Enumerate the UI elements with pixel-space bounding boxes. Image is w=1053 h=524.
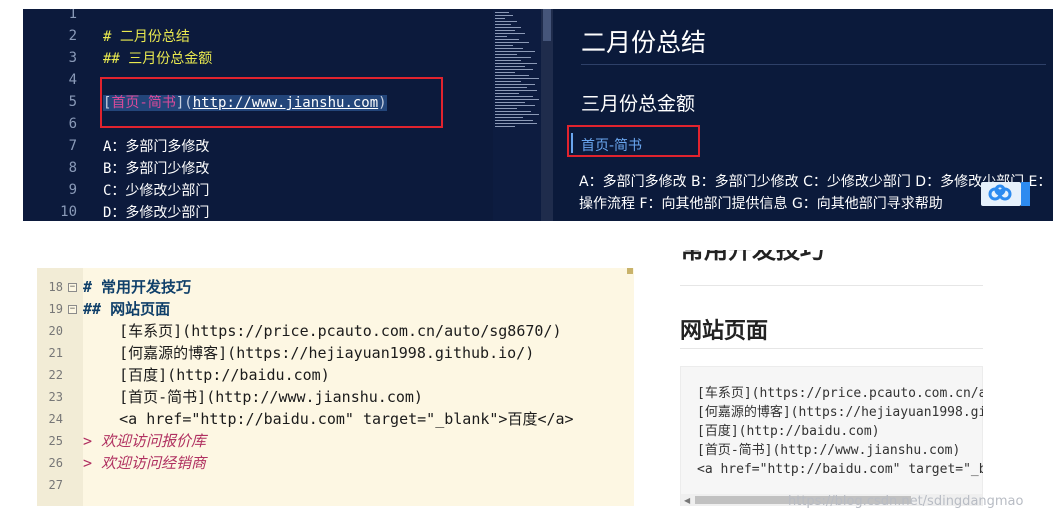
code-line[interactable]: [车系页](https://price.pcauto.com.cn/auto/s… <box>83 320 561 341</box>
line-number: 24 <box>48 412 63 426</box>
heading-rule <box>581 64 1046 65</box>
code-block[interactable]: [车系页](https://price.pcauto.com.cn/auto/s… <box>680 366 983 506</box>
code-line-text: [首页-简书](http://www.jianshu.com) <box>83 388 423 406</box>
code-block-line: [百度](http://baidu.com) <box>697 424 880 439</box>
code-line[interactable]: <a href="http://baidu.com" target="_blan… <box>83 408 574 429</box>
web-preview: 常用开发技巧 网站页面 [车系页](https://price.pcauto.c… <box>680 250 983 512</box>
fold-minus-icon[interactable]: − <box>68 305 77 314</box>
line-number: 9 <box>68 182 77 198</box>
cloud-icon[interactable] <box>981 182 1021 206</box>
preview-paragraph-line: 操作流程 F：向其他部门提供信息 G：向其他部门寻求帮助 <box>579 196 943 212</box>
preview-heading1: 二月份总结 <box>581 28 707 57</box>
code-line[interactable]: D：多修改少部门 <box>103 202 209 221</box>
scroll-left-icon[interactable]: ◀ <box>684 496 690 505</box>
line-number: 22 <box>48 368 63 382</box>
fold-minus-icon[interactable]: − <box>68 283 77 292</box>
highlight-box <box>567 125 700 157</box>
line-number: 26 <box>48 456 63 470</box>
line-number: 23 <box>48 390 63 404</box>
heading-rule <box>680 285 983 286</box>
line-number: 10 <box>60 204 77 220</box>
code-line[interactable]: [百度](http://baidu.com) <box>83 364 330 385</box>
heading-rule <box>680 348 983 349</box>
scroll-thumb[interactable] <box>543 9 551 41</box>
code-line[interactable]: [首页-简书](http://www.jianshu.com) <box>83 386 423 407</box>
code-line-heading2[interactable]: ## 网站页面 <box>83 298 170 319</box>
code-line-text: [何嘉源的博客](https://hejiayuan1998.github.io… <box>83 344 535 362</box>
scroll-marker <box>627 268 633 274</box>
line-number: 1 <box>68 9 77 22</box>
code-line-text: [百度](http://baidu.com) <box>83 366 330 384</box>
preview-heading1-cut: 常用开发技巧 <box>680 250 824 264</box>
preview-heading2: 网站页面 <box>680 319 769 344</box>
line-number: 4 <box>68 72 77 88</box>
line-number: 25 <box>48 434 63 448</box>
light-editor[interactable]: 18 19 20 21 22 23 24 25 26 27 − − # 常用开发… <box>37 268 634 506</box>
highlight-box <box>100 77 443 128</box>
code-line-heading2[interactable]: ## 三月份总金额 <box>103 48 212 68</box>
watermark: https://blog.csdn.net/sdingdangmao <box>788 494 1024 509</box>
code-block-line: [何嘉源的博客](https://hejiayuan1998.github.io… <box>697 405 983 420</box>
line-number: 3 <box>68 50 77 66</box>
code-line[interactable]: B：多部门少修改 <box>103 158 209 178</box>
top-screenshot: 1 2 3 4 5 6 7 8 9 10 # 二月份总结 ## 三月份总金额 [… <box>23 9 1053 221</box>
cloud-button-edge[interactable] <box>1021 182 1030 206</box>
line-number: 21 <box>48 346 63 360</box>
code-line-text: <a href="http://baidu.com" target="_blan… <box>83 410 574 428</box>
code-block-line: <a href="http://baidu.com" target="_blan… <box>697 462 983 477</box>
markdown-editor[interactable]: 1 2 3 4 5 6 7 8 9 10 # 二月份总结 ## 三月份总金额 [… <box>23 9 493 221</box>
code-line-heading1[interactable]: # 常用开发技巧 <box>83 276 191 297</box>
line-number: 6 <box>68 116 77 132</box>
markdown-preview: 二月份总结 三月份总金额 首页-简书 A：多部门多修改 B：多部门少修改 C：少… <box>553 9 1053 221</box>
code-block-line: [车系页](https://price.pcauto.com.cn/auto/s… <box>697 386 983 401</box>
preview-heading2: 三月份总金额 <box>581 93 696 115</box>
code-line-quote[interactable]: > 欢迎访问报价库 <box>83 430 206 451</box>
line-number: 20 <box>48 324 63 338</box>
line-number: 7 <box>68 138 77 154</box>
code-line[interactable]: A：多部门多修改 <box>103 136 209 156</box>
splitter-scrollbar[interactable] <box>541 9 553 221</box>
minimap[interactable] <box>493 9 541 221</box>
code-line[interactable]: [何嘉源的博客](https://hejiayuan1998.github.io… <box>83 342 534 363</box>
line-number: 5 <box>68 94 77 110</box>
code-line[interactable]: C：少修改少部门 <box>103 180 209 200</box>
line-number: 18 <box>48 280 63 294</box>
line-number: 8 <box>68 160 77 176</box>
line-number: 19 <box>48 302 63 316</box>
code-line-heading1[interactable]: # 二月份总结 <box>103 26 190 46</box>
line-number: 2 <box>68 28 77 44</box>
line-number: 27 <box>48 478 63 492</box>
code-block-line: [首页-简书](http://www.jianshu.com) <box>697 443 961 458</box>
code-line-quote[interactable]: > 欢迎访问经销商 <box>83 452 206 473</box>
code-line-text: [车系页](https://price.pcauto.com.cn/auto/s… <box>83 322 562 340</box>
